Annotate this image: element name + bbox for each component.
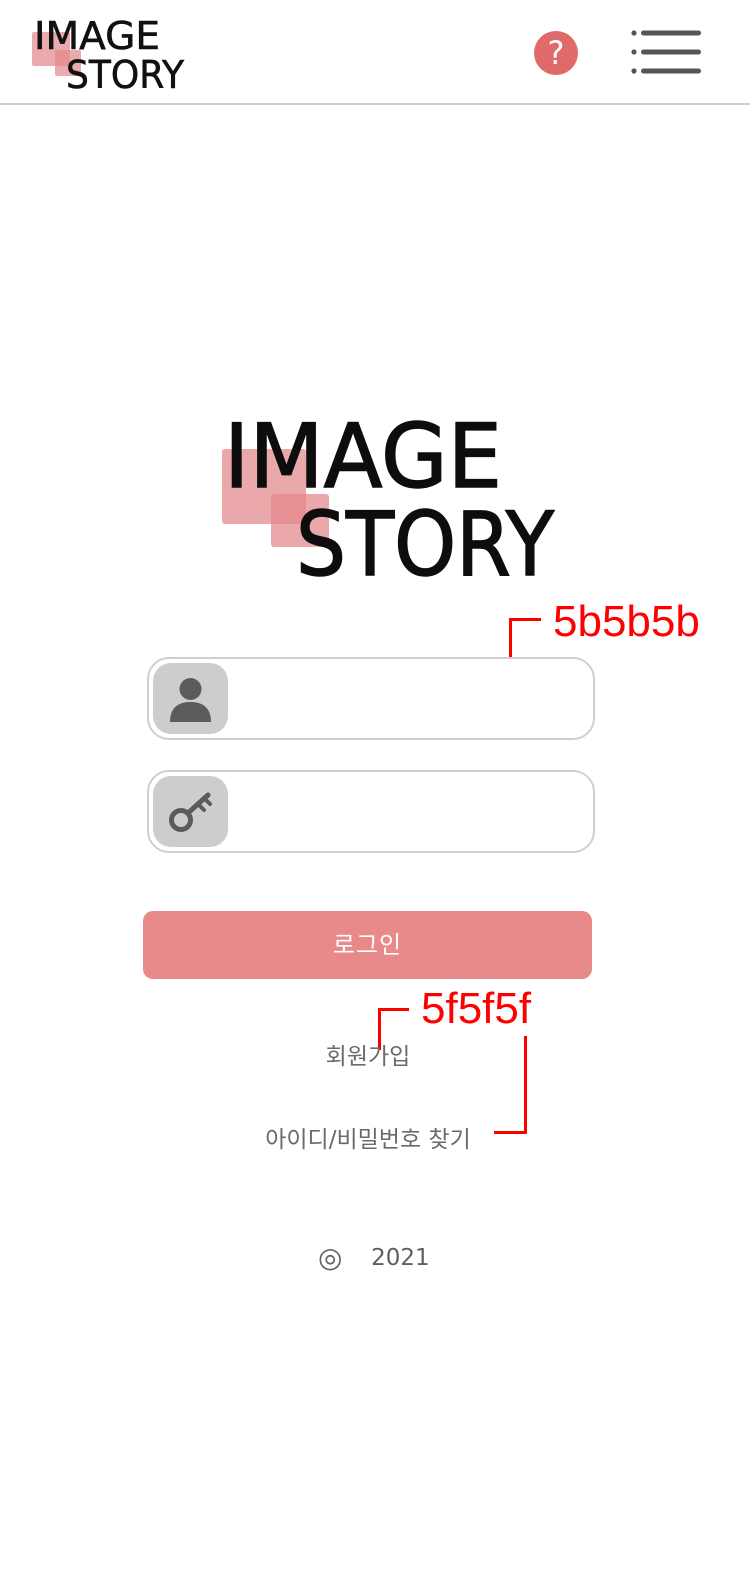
- key-icon-box: [153, 776, 228, 847]
- main-logo-mark: IMAGE STORY: [222, 404, 555, 597]
- key-icon: [169, 792, 212, 832]
- copyright-footer: ◎ 2021: [318, 1241, 430, 1274]
- id-input[interactable]: [241, 669, 585, 730]
- menu-button[interactable]: [629, 28, 703, 78]
- login-button-label: 로그인: [332, 931, 403, 959]
- password-field[interactable]: [147, 770, 595, 853]
- id-field[interactable]: [147, 657, 595, 740]
- header-logo-line1: IMAGE: [34, 14, 160, 58]
- header-logo-mark: IMAGE STORY: [32, 14, 185, 97]
- signup-link[interactable]: 회원가입: [268, 1037, 468, 1071]
- header-logo[interactable]: IMAGE STORY: [28, 10, 198, 98]
- annotation-leader-signup-h: [378, 1008, 409, 1011]
- copyright-year: 2021: [371, 1245, 430, 1271]
- user-icon-box: [153, 663, 228, 734]
- main-logo: IMAGE STORY: [220, 404, 560, 597]
- question-mark-icon: ?: [547, 34, 565, 72]
- annotation-border-color: 5b5b5b: [553, 597, 700, 646]
- login-button[interactable]: 로그인: [143, 911, 592, 979]
- annotation-text-color: 5f5f5f: [421, 984, 532, 1033]
- main-logo-line2: STORY: [296, 493, 554, 585]
- find-account-link[interactable]: 아이디/비밀번호 찾기: [220, 1120, 516, 1154]
- annotation-leader-v: [509, 618, 512, 661]
- copyright-icon: ◎: [318, 1241, 343, 1274]
- annotation-leader-h: [509, 618, 541, 621]
- user-icon: [170, 678, 211, 722]
- password-input[interactable]: [241, 782, 585, 843]
- header-logo-line2: STORY: [66, 53, 185, 97]
- annotation-leader-find-v: [524, 1036, 527, 1134]
- help-button[interactable]: ?: [534, 31, 578, 75]
- hamburger-menu-icon: [631, 30, 701, 74]
